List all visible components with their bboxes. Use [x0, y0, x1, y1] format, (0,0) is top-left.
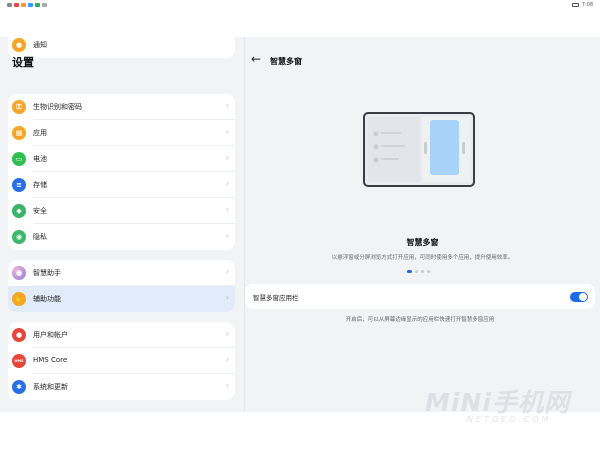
settings-item[interactable]: ⚿ 生物识别和密码 ›: [8, 94, 235, 120]
settings-item-notifications[interactable]: ● 通知: [8, 37, 235, 58]
hms-icon: HMS: [12, 354, 26, 368]
settings-card: ● 智慧助手 › ✋ 辅助功能 ›: [8, 260, 235, 312]
detail-pane: ← 智慧多窗 智慧多窗 以悬浮窗或分屏浏览方式打开应用，可同时使用多个应用，提升…: [245, 37, 600, 412]
app-notification-icon: [28, 3, 33, 7]
app-bar-toggle[interactable]: [570, 292, 588, 302]
settings-item[interactable]: ◉ 隐私 ›: [8, 224, 235, 250]
storage-icon: ≡: [12, 178, 26, 192]
more-notifications-icon: [42, 3, 47, 7]
privacy-icon: ◉: [12, 230, 26, 244]
chevron-right-icon: ›: [225, 205, 229, 214]
watermark-text: MiNi手机网: [425, 388, 570, 417]
settings-card: ⚿ 生物识别和密码 › ▦ 应用 › ▭ 电池 › ≡ 存储 › ◆ 安全 › ◉ 隐私 ›: [8, 94, 235, 250]
settings-item[interactable]: ◆ 安全 ›: [8, 198, 235, 224]
page-dot[interactable]: [421, 270, 424, 273]
chevron-right-icon: ›: [225, 381, 229, 390]
settings-item-label: 辅助功能: [33, 295, 61, 303]
status-bar: 7:08: [0, 0, 600, 10]
wifi-icon: [7, 3, 12, 7]
settings-item[interactable]: HMS HMS Core ›: [8, 348, 235, 374]
settings-item-label: 智慧助手: [33, 269, 61, 277]
chevron-right-icon: ›: [225, 127, 229, 136]
bell-icon: ●: [12, 38, 26, 52]
chevron-right-icon: ›: [225, 293, 229, 302]
chevron-right-icon: ›: [225, 153, 229, 162]
settings-sidebar: ● 通知 设置 ⚿ 生物识别和密码 › ▦ 应用 › ▭ 电池 › ≡ 存储 › ◆ 安全 › ◉ 隐私 › ● 智慧…: [0, 37, 245, 412]
app-notification-icon: [14, 3, 19, 7]
detail-title: 智慧多窗: [270, 57, 302, 66]
settings-item[interactable]: ▭ 电池 ›: [8, 146, 235, 172]
settings-item[interactable]: ✋ 辅助功能 ›: [8, 286, 235, 312]
settings-item-label: HMS Core: [33, 356, 68, 364]
settings-item-label: 存储: [33, 181, 47, 189]
settings-item[interactable]: ● 用户和帐户 ›: [8, 322, 235, 348]
page-title: 设置: [12, 56, 34, 69]
chevron-right-icon: ›: [225, 101, 229, 110]
chevron-right-icon: ›: [225, 231, 229, 240]
page-dot-active[interactable]: [407, 270, 412, 273]
gear-icon: ✱: [12, 380, 26, 394]
settings-item[interactable]: ● 智慧助手 ›: [8, 260, 235, 286]
chevron-right-icon: ›: [225, 355, 229, 364]
watermark-logo: MiNi手机网 NETOEO.COM: [425, 383, 590, 433]
toggle-knob: [579, 293, 587, 301]
page-dot[interactable]: [427, 270, 430, 273]
setting-hint: 开启后，可以从屏幕边缘显示的应用栏快速打开智慧多窗应用: [345, 317, 495, 323]
screen: ● 通知 设置 ⚿ 生物识别和密码 › ▦ 应用 › ▭ 电池 › ≡ 存储 › ◆ 安全 › ◉ 隐私 › ● 智慧…: [0, 37, 600, 412]
chevron-right-icon: ›: [225, 179, 229, 188]
app-notification-icon: [21, 3, 26, 7]
settings-item-label: 生物识别和密码: [33, 103, 82, 111]
multi-window-illustration: [363, 112, 475, 187]
settings-item-label: 应用: [33, 129, 47, 137]
page-dot[interactable]: [415, 270, 418, 273]
app-bar-setting-row[interactable]: 智慧多窗应用栏: [245, 284, 595, 309]
settings-item-label: 通知: [33, 41, 47, 49]
feature-description: 以悬浮窗或分屏浏览方式打开应用，可同时使用多个应用，提升使用效率。: [331, 255, 514, 261]
shield-icon: ◆: [12, 204, 26, 218]
assistant-icon: ●: [12, 266, 26, 280]
user-icon: ●: [12, 328, 26, 342]
settings-card-partial: ● 通知: [8, 37, 235, 58]
settings-item-label: 隐私: [33, 233, 47, 241]
status-time: 7:08: [581, 2, 593, 8]
app-notification-icon: [35, 3, 40, 7]
settings-card: ● 用户和帐户 › HMS HMS Core › ✱ 系统和更新 ›: [8, 322, 235, 400]
hand-icon: ✋: [12, 292, 26, 306]
battery-icon: ▭: [12, 152, 26, 166]
key-icon: ⚿: [12, 100, 26, 114]
feature-title: 智慧多窗: [406, 238, 439, 247]
setting-label: 智慧多窗应用栏: [253, 294, 299, 302]
chevron-right-icon: ›: [225, 329, 229, 338]
carousel-indicator[interactable]: [407, 270, 430, 273]
status-notification-icons: [7, 3, 47, 7]
back-arrow-icon[interactable]: ←: [251, 52, 261, 66]
battery-status-icon: [571, 3, 579, 7]
settings-item-label: 安全: [33, 207, 47, 215]
settings-item[interactable]: ▦ 应用 ›: [8, 120, 235, 146]
watermark-subtext: NETOEO.COM: [467, 415, 552, 424]
settings-item-label: 用户和帐户: [33, 331, 68, 339]
settings-item-label: 电池: [33, 155, 47, 163]
settings-item[interactable]: ≡ 存储 ›: [8, 172, 235, 198]
apps-icon: ▦: [12, 126, 26, 140]
settings-item[interactable]: ✱ 系统和更新 ›: [8, 374, 235, 400]
chevron-right-icon: ›: [225, 267, 229, 276]
settings-item-label: 系统和更新: [33, 383, 68, 391]
